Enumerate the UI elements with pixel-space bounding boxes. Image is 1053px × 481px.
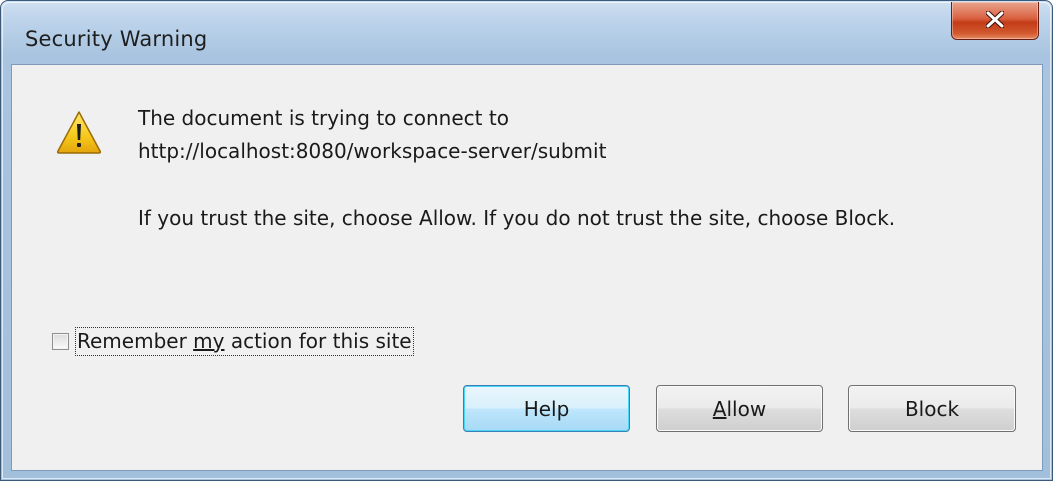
dialog-body: The document is trying to connect to htt… [11, 64, 1043, 471]
message-url: http://localhost:8080/workspace-server/s… [138, 139, 607, 163]
block-button[interactable]: Block [848, 385, 1016, 432]
remember-action-checkbox-row[interactable]: Remember my action for this site [52, 326, 414, 356]
title-bar[interactable]: Security Warning [1, 1, 1052, 65]
help-button[interactable]: Help [463, 385, 630, 432]
remember-action-label[interactable]: Remember my action for this site [75, 326, 414, 356]
allow-button[interactable]: Allow [656, 385, 823, 432]
close-button[interactable] [951, 2, 1039, 40]
window-title: Security Warning [25, 27, 208, 51]
warning-icon [56, 111, 102, 154]
remember-action-checkbox[interactable] [52, 332, 69, 350]
message-instructions: If you trust the site, choose Allow. If … [138, 206, 896, 230]
security-warning-dialog: Security Warning The document is trying … [0, 0, 1053, 481]
close-icon [986, 11, 1004, 28]
message-line-1: The document is trying to connect to [138, 106, 509, 130]
